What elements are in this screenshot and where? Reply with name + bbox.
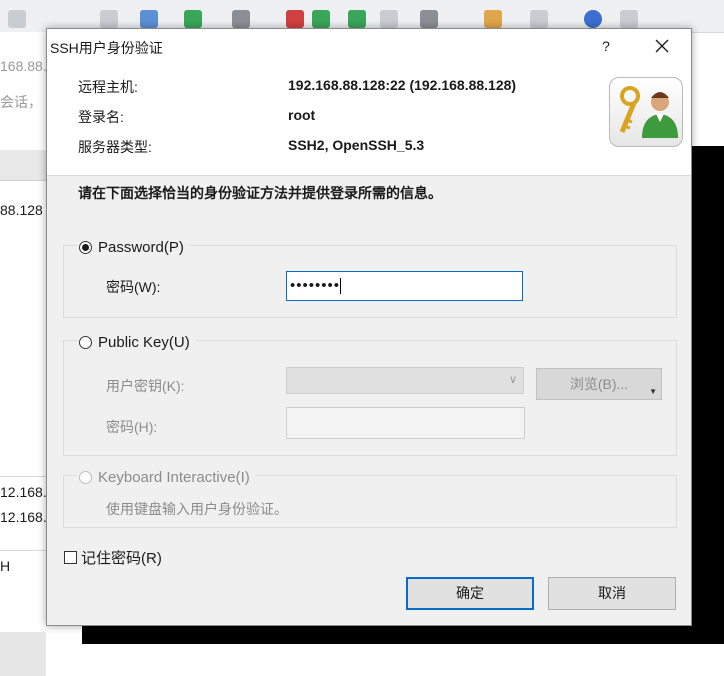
keyboard-radio-label: Keyboard Interactive(I) xyxy=(98,468,250,486)
session-row[interactable]: 12.168. xyxy=(0,509,46,525)
browse-button-label: 浏览(B)... xyxy=(569,376,629,392)
toolbar-icon[interactable] xyxy=(312,10,330,28)
dropdown-arrow-icon: ▼ xyxy=(649,387,657,396)
passphrase-input[interactable] xyxy=(286,407,525,439)
session-row[interactable]: 88.128 xyxy=(0,202,46,218)
status-area xyxy=(0,632,46,676)
toolbar-icon[interactable] xyxy=(286,10,304,28)
session-column-header xyxy=(0,150,46,181)
session-row[interactable]: 12.168. xyxy=(0,484,46,500)
browse-button[interactable]: 浏览(B)... ▼ xyxy=(536,368,662,400)
toolbar-icon[interactable] xyxy=(348,10,366,28)
session-panel: 168.88. 会话， 88.128 12.168. 12.168. H xyxy=(0,32,46,676)
session-address-text: 168.88. xyxy=(0,58,46,74)
checkbox-icon[interactable] xyxy=(64,551,77,564)
remember-password-label: 记住密码(R) xyxy=(81,550,162,567)
login-label: 登录名: xyxy=(78,109,124,125)
chevron-down-icon: ∨ xyxy=(508,374,517,386)
radio-disabled-icon[interactable] xyxy=(79,470,92,484)
remote-host-label: 远程主机: xyxy=(78,79,138,95)
text-caret xyxy=(340,278,342,295)
password-input[interactable]: •••••••• xyxy=(286,271,523,301)
toolbar-icon[interactable] xyxy=(140,10,158,28)
radio-selected-icon[interactable] xyxy=(79,240,92,254)
toolbar-icon[interactable] xyxy=(484,10,502,28)
help-button[interactable]: ? xyxy=(593,33,619,59)
login-value: root xyxy=(288,107,316,123)
password-field-label: 密码(W): xyxy=(106,279,161,295)
divider xyxy=(0,550,46,551)
close-icon xyxy=(655,39,669,53)
dialog-titlebar[interactable]: SSH用户身份验证 ? xyxy=(47,29,691,63)
password-radio[interactable]: Password(P) xyxy=(77,237,190,257)
divider xyxy=(0,476,46,477)
publickey-radio[interactable]: Public Key(U) xyxy=(77,332,196,352)
ssh-auth-dialog: SSH用户身份验证 ? 远程主机: 192.168.88.128:22 (192… xyxy=(46,28,692,626)
password-value: •••••••• xyxy=(290,277,341,294)
toolbar-icon[interactable] xyxy=(8,10,26,28)
passphrase-label: 密码(H): xyxy=(106,419,158,435)
terminal-area xyxy=(692,146,724,626)
connection-info: 远程主机: 192.168.88.128:22 (192.168.88.128)… xyxy=(47,63,691,176)
ok-button[interactable]: 确定 xyxy=(406,577,534,610)
user-key-select[interactable]: ∨ xyxy=(286,367,524,394)
toolbar-icon[interactable] xyxy=(380,10,398,28)
toolbar-icon[interactable] xyxy=(420,10,438,28)
toolbar-icon[interactable] xyxy=(100,10,118,28)
server-type-label: 服务器类型: xyxy=(78,139,152,155)
toolbar-icon[interactable] xyxy=(584,10,602,28)
cancel-button[interactable]: 取消 xyxy=(548,577,676,610)
toolbar-icon[interactable] xyxy=(620,10,638,28)
terminal-area-bottom xyxy=(82,626,724,644)
password-radio-label: Password(P) xyxy=(98,238,184,256)
radio-unselected-icon[interactable] xyxy=(79,335,92,349)
session-hint-text: 会话， xyxy=(0,94,42,110)
toolbar-icon[interactable] xyxy=(530,10,548,28)
user-key-icon xyxy=(609,77,683,147)
instruction-text: 请在下面选择恰当的身份验证方法并提供登录所需的信息。 xyxy=(78,185,442,201)
user-key-label: 用户密钥(K): xyxy=(106,378,185,394)
dialog-title: SSH用户身份验证 xyxy=(50,40,163,56)
toolbar-icon[interactable] xyxy=(232,10,250,28)
session-row[interactable]: H xyxy=(0,558,46,574)
toolbar-icon[interactable] xyxy=(184,10,202,28)
remember-password-checkbox[interactable]: 记住密码(R) xyxy=(64,547,162,568)
close-button[interactable] xyxy=(645,33,679,59)
keyboard-description: 使用键盘输入用户身份验证。 xyxy=(106,501,288,517)
keyboard-radio[interactable]: Keyboard Interactive(I) xyxy=(77,467,256,487)
publickey-radio-label: Public Key(U) xyxy=(98,333,190,351)
server-type-value: SSH2, OpenSSH_5.3 xyxy=(288,137,425,153)
remote-host-value: 192.168.88.128:22 (192.168.88.128) xyxy=(288,77,517,93)
